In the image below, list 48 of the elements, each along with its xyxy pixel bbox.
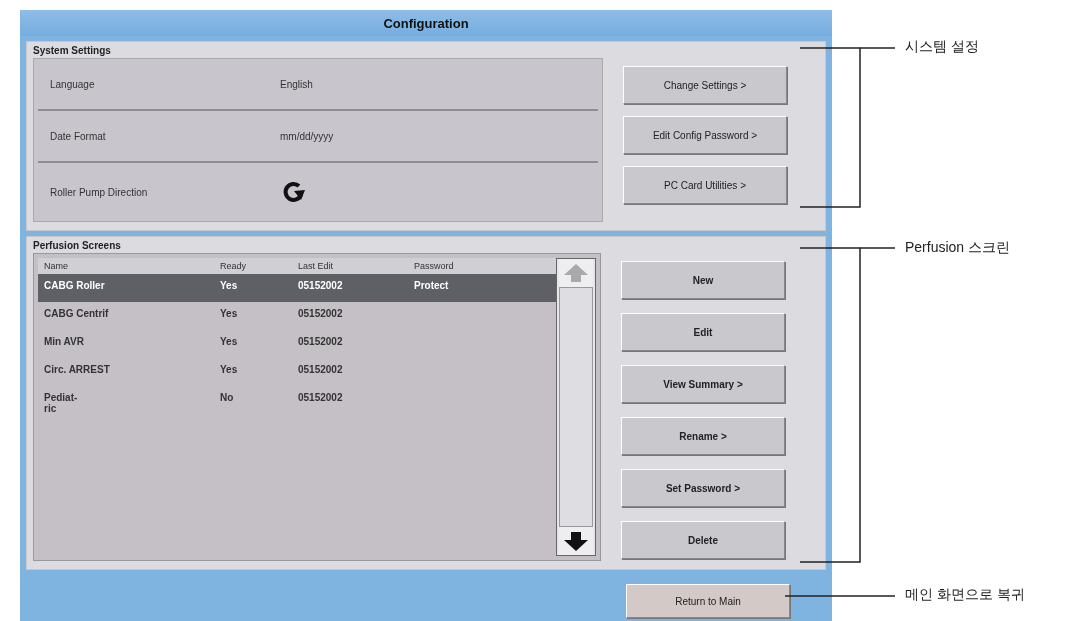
- table-cell-text: Circ. ARREST: [43, 364, 111, 375]
- setting-value: mm/dd/yyyy: [280, 130, 334, 142]
- table-cell-text: Yes: [219, 364, 239, 375]
- screen-action-button[interactable]: Edit: [621, 313, 785, 351]
- window-title: Configuration: [383, 15, 469, 31]
- annotation-label: 메인 화면으로 복귀: [905, 586, 1025, 604]
- panel-title: System Settings: [33, 45, 112, 56]
- table-row[interactable]: CABG Roller Yes 05152002 Protect: [38, 274, 556, 302]
- table-cell-text: Yes: [219, 308, 239, 319]
- column-header: Ready: [219, 261, 247, 271]
- scroll-down-icon[interactable]: [559, 527, 593, 555]
- table-cell-text: 05152002: [297, 308, 344, 319]
- annotation-label: Perfusion 스크린: [905, 239, 1011, 257]
- screen-action-button[interactable]: View Summary >: [621, 365, 785, 403]
- setting-label: Language: [49, 78, 96, 90]
- column-header: Last Edit: [297, 261, 335, 271]
- table-cell-text: 05152002: [297, 280, 344, 291]
- setting-label: Date Format: [49, 130, 107, 142]
- annotation-label: 시스템 설정: [905, 38, 979, 56]
- table-cell-text: CABG Roller: [43, 280, 106, 291]
- table-cell-text: Yes: [219, 336, 239, 347]
- table-cell-text: No: [219, 392, 235, 403]
- table-row[interactable]: CABG Centrif Yes 05152002: [38, 302, 556, 330]
- screen-action-button[interactable]: Set Password >: [621, 469, 785, 507]
- column-header: Password: [413, 261, 455, 271]
- table-row[interactable]: Pediat- ric No 05152002: [38, 386, 556, 414]
- table-cell-text: Yes: [219, 280, 239, 291]
- settings-button[interactable]: Edit Config Password >: [623, 116, 787, 154]
- table-cell-text: CABG Centrif: [43, 308, 110, 319]
- table-cell-text: 05152002: [297, 392, 344, 403]
- table-cell-text: Pediat- ric: [43, 392, 79, 414]
- screen-action-button[interactable]: New: [621, 261, 785, 299]
- setting-value: English: [280, 78, 313, 90]
- scrollbar[interactable]: [556, 258, 596, 556]
- screen-action-button[interactable]: Rename >: [621, 417, 785, 455]
- table-row[interactable]: Circ. ARREST Yes 05152002: [38, 358, 556, 386]
- settings-button[interactable]: Change Settings >: [623, 66, 787, 104]
- table-row[interactable]: Min AVR Yes 05152002: [38, 330, 556, 358]
- table-cell-text: Min AVR: [43, 336, 85, 347]
- table-cell-text: 05152002: [297, 336, 344, 347]
- setting-label: Roller Pump Direction: [49, 186, 149, 198]
- return-button[interactable]: Return to Main: [626, 584, 790, 618]
- table-cell-text: Protect: [413, 280, 450, 291]
- column-header: Name: [43, 261, 69, 271]
- screen-action-button[interactable]: Delete: [621, 521, 785, 559]
- table-cell-text: 05152002: [297, 364, 344, 375]
- settings-button[interactable]: PC Card Utilities >: [623, 166, 787, 204]
- panel-title: Perfusion Screens: [33, 240, 122, 251]
